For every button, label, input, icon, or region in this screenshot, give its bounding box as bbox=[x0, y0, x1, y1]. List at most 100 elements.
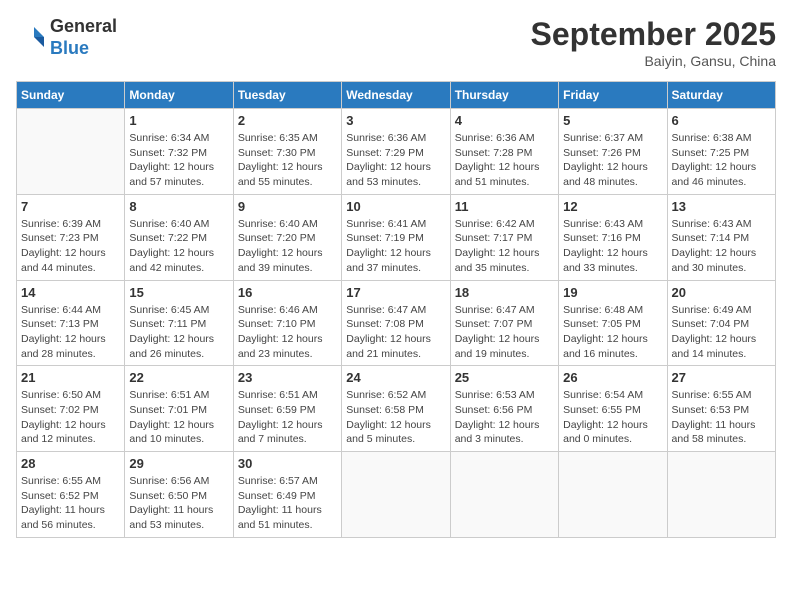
col-saturday: Saturday bbox=[667, 82, 775, 109]
calendar-cell: 13 Sunrise: 6:43 AM Sunset: 7:14 PM Dayli… bbox=[667, 194, 775, 280]
day-number: 16 bbox=[238, 285, 337, 300]
day-info: Sunrise: 6:54 AM Sunset: 6:55 PM Dayligh… bbox=[563, 388, 662, 447]
calendar-cell: 3 Sunrise: 6:36 AM Sunset: 7:29 PM Daylig… bbox=[342, 109, 450, 195]
logo: General Blue bbox=[16, 16, 117, 59]
page-header: General Blue September 2025 Baiyin, Gans… bbox=[16, 16, 776, 69]
col-friday: Friday bbox=[559, 82, 667, 109]
calendar-cell: 4 Sunrise: 6:36 AM Sunset: 7:28 PM Daylig… bbox=[450, 109, 558, 195]
day-number: 7 bbox=[21, 199, 120, 214]
day-number: 24 bbox=[346, 370, 445, 385]
calendar-week-1: 7 Sunrise: 6:39 AM Sunset: 7:23 PM Daylig… bbox=[17, 194, 776, 280]
day-number: 8 bbox=[129, 199, 228, 214]
calendar-week-2: 14Sunrise: 6:44 AM Sunset: 7:13 PM Dayli… bbox=[17, 280, 776, 366]
day-info: Sunrise: 6:36 AM Sunset: 7:28 PM Dayligh… bbox=[455, 131, 554, 190]
day-info: Sunrise: 6:51 AM Sunset: 7:01 PM Dayligh… bbox=[129, 388, 228, 447]
calendar-cell: 26Sunrise: 6:54 AM Sunset: 6:55 PM Dayli… bbox=[559, 366, 667, 452]
day-number: 13 bbox=[672, 199, 771, 214]
day-info: Sunrise: 6:42 AM Sunset: 7:17 PM Dayligh… bbox=[455, 217, 554, 276]
calendar-cell: 9 Sunrise: 6:40 AM Sunset: 7:20 PM Daylig… bbox=[233, 194, 341, 280]
day-info: Sunrise: 6:35 AM Sunset: 7:30 PM Dayligh… bbox=[238, 131, 337, 190]
day-number: 1 bbox=[129, 113, 228, 128]
day-number: 17 bbox=[346, 285, 445, 300]
day-info: Sunrise: 6:44 AM Sunset: 7:13 PM Dayligh… bbox=[21, 303, 120, 362]
day-info: Sunrise: 6:39 AM Sunset: 7:23 PM Dayligh… bbox=[21, 217, 120, 276]
calendar-cell bbox=[667, 452, 775, 538]
calendar-cell: 11 Sunrise: 6:42 AM Sunset: 7:17 PM Dayli… bbox=[450, 194, 558, 280]
calendar-cell: 30 Sunrise: 6:57 AM Sunset: 6:49 PM Dayli… bbox=[233, 452, 341, 538]
calendar-body: 1 Sunrise: 6:34 AM Sunset: 7:32 PM Daylig… bbox=[17, 109, 776, 538]
day-info: Sunrise: 6:47 AM Sunset: 7:07 PM Dayligh… bbox=[455, 303, 554, 362]
day-info: Sunrise: 6:40 AM Sunset: 7:20 PM Dayligh… bbox=[238, 217, 337, 276]
calendar-cell bbox=[450, 452, 558, 538]
day-info: Sunrise: 6:38 AM Sunset: 7:25 PM Dayligh… bbox=[672, 131, 771, 190]
day-info: Sunrise: 6:47 AM Sunset: 7:08 PM Dayligh… bbox=[346, 303, 445, 362]
day-number: 27 bbox=[672, 370, 771, 385]
col-monday: Monday bbox=[125, 82, 233, 109]
logo-text: General Blue bbox=[50, 16, 117, 59]
calendar-cell: 19 Sunrise: 6:48 AM Sunset: 7:05 PM Dayli… bbox=[559, 280, 667, 366]
calendar-cell bbox=[559, 452, 667, 538]
day-number: 6 bbox=[672, 113, 771, 128]
logo-icon bbox=[16, 23, 46, 53]
day-info: Sunrise: 6:49 AM Sunset: 7:04 PM Dayligh… bbox=[672, 303, 771, 362]
calendar-cell: 23Sunrise: 6:51 AM Sunset: 6:59 PM Dayli… bbox=[233, 366, 341, 452]
calendar-cell: 20Sunrise: 6:49 AM Sunset: 7:04 PM Dayli… bbox=[667, 280, 775, 366]
calendar-cell: 8 Sunrise: 6:40 AM Sunset: 7:22 PM Daylig… bbox=[125, 194, 233, 280]
calendar-cell: 2 Sunrise: 6:35 AM Sunset: 7:30 PM Daylig… bbox=[233, 109, 341, 195]
logo-blue: Blue bbox=[50, 38, 89, 58]
calendar-cell: 24Sunrise: 6:52 AM Sunset: 6:58 PM Dayli… bbox=[342, 366, 450, 452]
col-wednesday: Wednesday bbox=[342, 82, 450, 109]
day-info: Sunrise: 6:40 AM Sunset: 7:22 PM Dayligh… bbox=[129, 217, 228, 276]
calendar-cell: 12Sunrise: 6:43 AM Sunset: 7:16 PM Dayli… bbox=[559, 194, 667, 280]
day-info: Sunrise: 6:36 AM Sunset: 7:29 PM Dayligh… bbox=[346, 131, 445, 190]
day-info: Sunrise: 6:55 AM Sunset: 6:53 PM Dayligh… bbox=[672, 388, 771, 447]
location: Baiyin, Gansu, China bbox=[531, 53, 776, 69]
calendar-cell: 25Sunrise: 6:53 AM Sunset: 6:56 PM Dayli… bbox=[450, 366, 558, 452]
day-number: 15 bbox=[129, 285, 228, 300]
calendar-table: Sunday Monday Tuesday Wednesday Thursday… bbox=[16, 81, 776, 538]
calendar-week-3: 21 Sunrise: 6:50 AM Sunset: 7:02 PM Dayli… bbox=[17, 366, 776, 452]
calendar-cell: 27 Sunrise: 6:55 AM Sunset: 6:53 PM Dayli… bbox=[667, 366, 775, 452]
day-info: Sunrise: 6:43 AM Sunset: 7:14 PM Dayligh… bbox=[672, 217, 771, 276]
day-number: 9 bbox=[238, 199, 337, 214]
calendar-cell: 1 Sunrise: 6:34 AM Sunset: 7:32 PM Daylig… bbox=[125, 109, 233, 195]
day-number: 22 bbox=[129, 370, 228, 385]
logo-general: General bbox=[50, 16, 117, 36]
calendar-header: Sunday Monday Tuesday Wednesday Thursday… bbox=[17, 82, 776, 109]
day-number: 28 bbox=[21, 456, 120, 471]
day-number: 3 bbox=[346, 113, 445, 128]
day-info: Sunrise: 6:53 AM Sunset: 6:56 PM Dayligh… bbox=[455, 388, 554, 447]
day-number: 23 bbox=[238, 370, 337, 385]
day-number: 2 bbox=[238, 113, 337, 128]
calendar-cell: 15 Sunrise: 6:45 AM Sunset: 7:11 PM Dayli… bbox=[125, 280, 233, 366]
day-info: Sunrise: 6:34 AM Sunset: 7:32 PM Dayligh… bbox=[129, 131, 228, 190]
calendar-cell: 29Sunrise: 6:56 AM Sunset: 6:50 PM Dayli… bbox=[125, 452, 233, 538]
calendar-cell bbox=[342, 452, 450, 538]
day-number: 21 bbox=[21, 370, 120, 385]
day-info: Sunrise: 6:57 AM Sunset: 6:49 PM Dayligh… bbox=[238, 474, 337, 533]
calendar-cell: 28 Sunrise: 6:55 AM Sunset: 6:52 PM Dayli… bbox=[17, 452, 125, 538]
col-sunday: Sunday bbox=[17, 82, 125, 109]
col-thursday: Thursday bbox=[450, 82, 558, 109]
calendar-cell: 21 Sunrise: 6:50 AM Sunset: 7:02 PM Dayli… bbox=[17, 366, 125, 452]
day-info: Sunrise: 6:56 AM Sunset: 6:50 PM Dayligh… bbox=[129, 474, 228, 533]
calendar-week-0: 1 Sunrise: 6:34 AM Sunset: 7:32 PM Daylig… bbox=[17, 109, 776, 195]
day-number: 4 bbox=[455, 113, 554, 128]
day-info: Sunrise: 6:45 AM Sunset: 7:11 PM Dayligh… bbox=[129, 303, 228, 362]
calendar-cell: 10Sunrise: 6:41 AM Sunset: 7:19 PM Dayli… bbox=[342, 194, 450, 280]
day-info: Sunrise: 6:41 AM Sunset: 7:19 PM Dayligh… bbox=[346, 217, 445, 276]
day-number: 19 bbox=[563, 285, 662, 300]
day-number: 5 bbox=[563, 113, 662, 128]
day-number: 11 bbox=[455, 199, 554, 214]
day-info: Sunrise: 6:46 AM Sunset: 7:10 PM Dayligh… bbox=[238, 303, 337, 362]
calendar-cell bbox=[17, 109, 125, 195]
day-info: Sunrise: 6:37 AM Sunset: 7:26 PM Dayligh… bbox=[563, 131, 662, 190]
calendar-cell: 17 Sunrise: 6:47 AM Sunset: 7:08 PM Dayli… bbox=[342, 280, 450, 366]
day-number: 30 bbox=[238, 456, 337, 471]
day-info: Sunrise: 6:50 AM Sunset: 7:02 PM Dayligh… bbox=[21, 388, 120, 447]
calendar-cell: 6 Sunrise: 6:38 AM Sunset: 7:25 PM Daylig… bbox=[667, 109, 775, 195]
calendar-cell: 7 Sunrise: 6:39 AM Sunset: 7:23 PM Daylig… bbox=[17, 194, 125, 280]
day-info: Sunrise: 6:48 AM Sunset: 7:05 PM Dayligh… bbox=[563, 303, 662, 362]
day-info: Sunrise: 6:55 AM Sunset: 6:52 PM Dayligh… bbox=[21, 474, 120, 533]
month-title: September 2025 bbox=[531, 16, 776, 53]
